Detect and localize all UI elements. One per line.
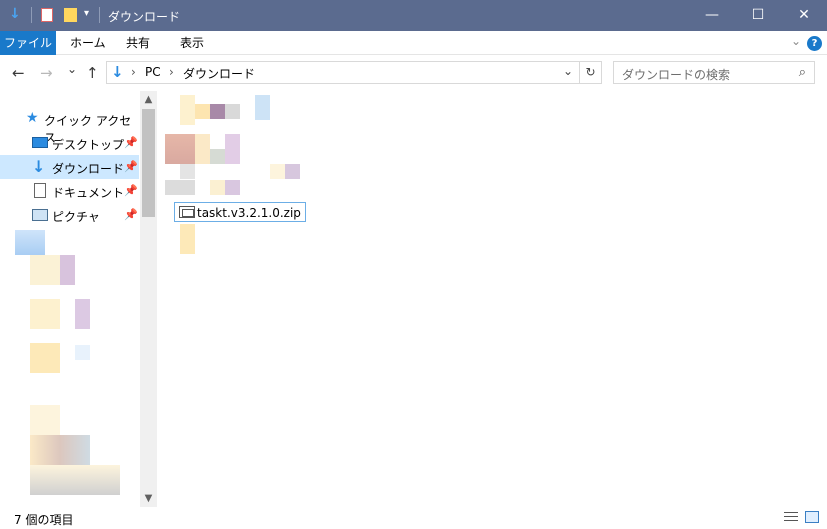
download-folder-icon: ↓ bbox=[111, 63, 124, 81]
back-button[interactable]: ← bbox=[12, 64, 25, 82]
ribbon-expand-icon[interactable]: ⌄ bbox=[791, 34, 801, 48]
blurred-tree-item bbox=[30, 435, 90, 465]
blurred-tree-item bbox=[60, 255, 75, 285]
sidebar-item-label: ピクチャ bbox=[52, 210, 100, 224]
sidebar-item-quick-access[interactable]: ★ クイック アクセス bbox=[0, 107, 139, 145]
pin-icon[interactable]: 📌 bbox=[124, 208, 138, 221]
sidebar-item-label: デスクトップ bbox=[52, 138, 125, 152]
search-box[interactable]: ダウンロードの検索 ⌕ bbox=[613, 61, 815, 84]
blurred-file-item[interactable] bbox=[270, 164, 285, 179]
close-button[interactable]: ✕ bbox=[781, 0, 827, 31]
navigation-pane: ★ クイック アクセス デスクトップ 📌 ↓ ダウンロード 📌 ドキュメント 📌… bbox=[0, 91, 157, 507]
sidebar-scroll-thumb[interactable] bbox=[142, 109, 155, 217]
blurred-tree-item bbox=[15, 230, 45, 255]
blurred-file-item[interactable] bbox=[255, 95, 270, 120]
tab-share[interactable]: 共有 bbox=[116, 31, 160, 55]
title-bar: ↓ ▾ ダウンロード — ☐ ✕ bbox=[0, 0, 827, 31]
new-folder-icon[interactable] bbox=[64, 8, 77, 22]
sidebar-item-downloads[interactable]: ↓ ダウンロード 📌 bbox=[0, 155, 139, 179]
help-icon[interactable]: ? bbox=[807, 36, 822, 51]
maximize-button[interactable]: ☐ bbox=[735, 0, 781, 31]
toolbar-divider bbox=[99, 7, 100, 23]
blurred-file-item[interactable] bbox=[225, 180, 240, 195]
window-title: ダウンロード bbox=[108, 10, 181, 24]
blurred-file-item[interactable] bbox=[210, 180, 225, 195]
pin-icon[interactable]: 📌 bbox=[124, 160, 138, 173]
breadcrumb-downloads[interactable]: ダウンロード bbox=[183, 65, 255, 82]
blurred-file-item[interactable] bbox=[225, 134, 240, 164]
blurred-file-item[interactable] bbox=[210, 149, 225, 164]
desktop-icon bbox=[32, 137, 48, 148]
forward-button[interactable]: → bbox=[40, 64, 53, 82]
up-button[interactable]: ↑ bbox=[86, 64, 99, 82]
blurred-tree-item bbox=[30, 343, 60, 373]
minimize-button[interactable]: — bbox=[689, 0, 735, 31]
tab-view[interactable]: 表示 bbox=[170, 31, 214, 55]
blurred-file-item[interactable] bbox=[210, 104, 225, 119]
blurred-file-item[interactable] bbox=[180, 224, 195, 254]
blurred-file-item[interactable] bbox=[285, 164, 300, 179]
sidebar-item-desktop[interactable]: デスクトップ 📌 bbox=[0, 131, 139, 155]
item-count: 7 個の項目 bbox=[14, 513, 74, 527]
sidebar-item-label: ダウンロード bbox=[52, 162, 125, 176]
recent-locations-button[interactable]: ⌄ bbox=[67, 62, 77, 76]
blurred-file-item[interactable] bbox=[195, 134, 210, 164]
breadcrumb-pc[interactable]: PC bbox=[145, 65, 161, 79]
toolbar-divider bbox=[31, 7, 32, 23]
pictures-icon bbox=[32, 209, 48, 221]
scroll-down-icon[interactable]: ▼ bbox=[140, 490, 157, 507]
tab-home[interactable]: ホーム bbox=[60, 31, 116, 55]
rename-input[interactable]: taskt.v3.2.1.0.zip bbox=[174, 202, 306, 222]
customize-dropdown-icon[interactable]: ▾ bbox=[84, 8, 89, 19]
blurred-file-item[interactable] bbox=[225, 104, 240, 119]
rename-value[interactable]: taskt.v3.2.1.0.zip bbox=[197, 206, 301, 220]
status-bar: 7 個の項目 bbox=[0, 507, 827, 529]
pin-icon[interactable]: 📌 bbox=[124, 184, 138, 197]
blurred-tree-item bbox=[30, 299, 60, 329]
download-icon: ↓ bbox=[32, 157, 46, 176]
blurred-file-item[interactable] bbox=[165, 180, 195, 195]
blurred-file-item[interactable] bbox=[165, 134, 195, 164]
blurred-tree-item bbox=[30, 465, 120, 495]
blurred-file-item[interactable] bbox=[195, 104, 210, 119]
sidebar-item-pictures[interactable]: ピクチャ 📌 bbox=[0, 203, 139, 227]
star-icon: ★ bbox=[26, 110, 39, 126]
sidebar-item-label: ドキュメント bbox=[52, 186, 125, 200]
address-dropdown-icon[interactable]: ⌄ bbox=[563, 64, 573, 78]
navigation-bar: ← → ⌄ ↑ ↓ › PC › ダウンロード ⌄ ↻ ダウンロードの検索 ⌕ bbox=[0, 55, 827, 91]
blurred-tree-item bbox=[75, 299, 90, 329]
file-list bbox=[157, 91, 827, 507]
sidebar-item-documents[interactable]: ドキュメント 📌 bbox=[0, 179, 139, 203]
documents-icon bbox=[34, 183, 46, 198]
blurred-tree-item bbox=[30, 405, 60, 435]
address-bar[interactable]: ↓ › PC › ダウンロード ⌄ bbox=[106, 61, 580, 84]
scroll-up-icon[interactable]: ▲ bbox=[140, 91, 157, 108]
blurred-tree-item bbox=[75, 345, 90, 360]
breadcrumb-separator[interactable]: › bbox=[131, 65, 136, 79]
breadcrumb-separator[interactable]: › bbox=[169, 65, 174, 79]
tab-file[interactable]: ファイル bbox=[0, 31, 56, 55]
large-icons-view-icon[interactable] bbox=[805, 511, 819, 523]
blurred-tree-item bbox=[30, 255, 60, 285]
blurred-file-item[interactable] bbox=[180, 164, 195, 179]
blurred-file-item[interactable] bbox=[180, 95, 195, 125]
search-icon[interactable]: ⌕ bbox=[799, 65, 806, 80]
download-arrow-icon[interactable]: ↓ bbox=[9, 6, 21, 22]
ribbon-tabs: ファイル ホーム 共有 表示 ⌄ ? bbox=[0, 31, 827, 55]
search-input[interactable]: ダウンロードの検索 bbox=[622, 66, 730, 83]
properties-icon[interactable] bbox=[41, 8, 53, 22]
details-view-icon[interactable] bbox=[784, 511, 798, 523]
refresh-button[interactable]: ↻ bbox=[580, 61, 602, 84]
zip-file-icon bbox=[179, 206, 195, 218]
pin-icon[interactable]: 📌 bbox=[124, 136, 138, 149]
